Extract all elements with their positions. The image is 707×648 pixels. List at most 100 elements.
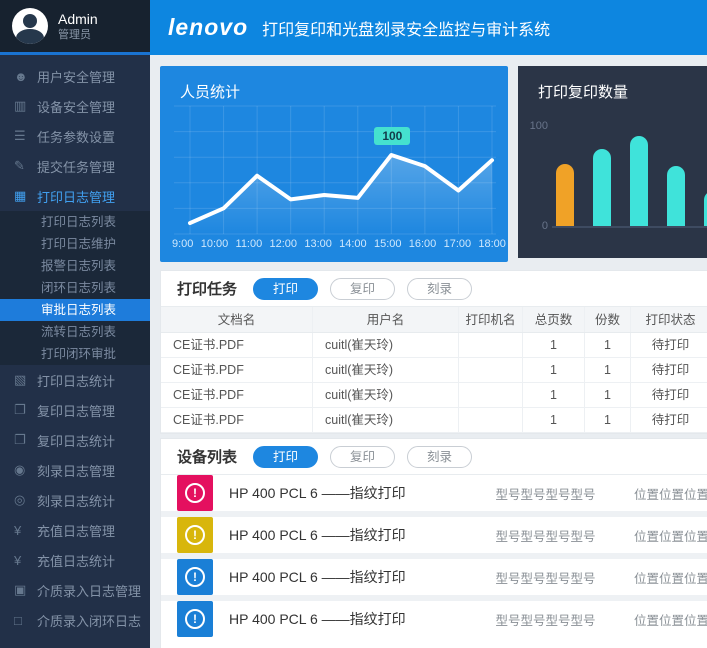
printer-stats-icon: ▧ (14, 372, 37, 388)
devices-header: 设备列表 打印 复印 刻录 (161, 439, 707, 475)
devices-panel: 设备列表 打印 复印 刻录 !HP 400 PCL 6 ——指纹打印型号型号型号… (160, 438, 707, 648)
line-chart-x-axis: 9:0010:0011:0012:0013:0014:0015:0016:001… (172, 238, 506, 250)
tab-print[interactable]: 打印 (253, 278, 318, 300)
recharge-stats-icon: ¥ (14, 553, 37, 568)
submenu-item-打印闭环审批[interactable]: 打印闭环审批 (0, 343, 150, 365)
table-cell: 1 (523, 333, 585, 357)
table-row[interactable]: CE证书.PDFcuitl(崔天玲)11待打印非密（内部） (161, 333, 707, 358)
submenu-item-审批日志列表[interactable]: 审批日志列表 (0, 299, 150, 321)
column-header-用户名: 用户名 (313, 307, 459, 332)
column-header-打印状态: 打印状态 (631, 307, 707, 332)
sidebar-item-label: 刻录日志统计 (37, 491, 115, 510)
copy-icon: ❐ (14, 402, 37, 418)
devices-tab-copy[interactable]: 复印 (330, 446, 395, 468)
x-tick-label: 10:00 (201, 238, 229, 250)
sidebar-item-任务参数设置[interactable]: ☰任务参数设置 (0, 121, 150, 151)
line-chart-title: 人员统计 (180, 81, 240, 102)
sidebar-item-label: 提交任务管理 (37, 157, 115, 176)
sidebar-item-复印日志统计[interactable]: ❐复印日志统计 (0, 425, 150, 455)
chart-tooltip: 100 (374, 127, 410, 145)
column-header-总页数: 总页数 (523, 307, 585, 332)
submenu-item-流转日志列表[interactable]: 流转日志列表 (0, 321, 150, 343)
column-header-打印机名: 打印机名 (459, 307, 523, 332)
sidebar-item-用户安全管理[interactable]: ☻用户安全管理 (0, 61, 150, 91)
device-row[interactable]: !HP 400 PCL 6 ——指纹打印型号型号型号型号位置位置位置位置 (161, 559, 707, 595)
table-cell: 1 (585, 383, 631, 407)
bar-chart-baseline (552, 226, 707, 228)
sidebar-item-介质录入闭环日志[interactable]: □介质录入闭环日志 (0, 605, 150, 635)
table-cell: 1 (585, 408, 631, 432)
lenovo-logo: lenovo (168, 14, 248, 41)
x-tick-label: 16:00 (409, 238, 437, 250)
tab-copy[interactable]: 复印 (330, 278, 395, 300)
submenu-print-logs: 打印日志列表打印日志维护报警日志列表闭环日志列表审批日志列表流转日志列表打印闭环… (0, 211, 150, 365)
table-row[interactable]: CE证书.PDFcuitl(崔天玲)11待打印非密（内部） (161, 383, 707, 408)
bar-chart-title: 打印复印数量 (538, 81, 628, 102)
table-cell: 待打印 (631, 358, 707, 382)
device-name: HP 400 PCL 6 ——指纹打印 (229, 567, 463, 587)
sidebar: Admin 管理员 ☻用户安全管理▥设备安全管理☰任务参数设置✎提交任务管理▦打… (0, 0, 150, 648)
sidebar-item-打印日志统计[interactable]: ▧打印日志统计 (0, 365, 150, 395)
devices-tab-burn[interactable]: 刻录 (407, 446, 472, 468)
sidebar-item-label: 打印日志统计 (37, 371, 115, 390)
device-status-icon: ! (177, 475, 213, 511)
devices-title: 设备列表 (177, 446, 237, 467)
device-row[interactable]: !HP 400 PCL 6 ——指纹打印型号型号型号型号位置位置位置位置 (161, 475, 707, 511)
user-role: 管理员 (58, 28, 98, 42)
x-tick-label: 14:00 (339, 238, 367, 250)
alert-icon: ! (185, 483, 205, 503)
sidebar-item-设备安全管理[interactable]: ▥设备安全管理 (0, 91, 150, 121)
bar-4 (667, 166, 685, 226)
table-cell (459, 358, 523, 382)
sidebar-item-打印日志管理[interactable]: ▦打印日志管理 (0, 181, 150, 211)
alert-icon: ! (185, 525, 205, 545)
submenu-item-闭环日志列表[interactable]: 闭环日志列表 (0, 277, 150, 299)
y-tick-label: 100 (524, 120, 548, 132)
sidebar-item-充值日志统计[interactable]: ¥充值日志统计 (0, 545, 150, 575)
device-status-icon: ! (177, 517, 213, 553)
column-header-文档名: 文档名 (161, 307, 313, 332)
submenu-item-打印日志列表[interactable]: 打印日志列表 (0, 211, 150, 233)
x-tick-label: 11:00 (236, 238, 263, 250)
device-icon: ▥ (14, 98, 37, 114)
device-model: 型号型号型号型号 (463, 484, 628, 503)
device-location: 位置位置位置位置 (628, 610, 707, 629)
table-row[interactable]: CE证书.PDFcuitl(崔天玲)11待打印非密（内部） (161, 408, 707, 433)
print-tasks-panel: 打印任务 打印 复印 刻录 文档名用户名打印机名总页数份数打印状态密级名称CE证… (160, 270, 707, 434)
sidebar-item-label: 介质录入日志管理 (37, 581, 141, 600)
x-tick-label: 15:00 (374, 238, 402, 250)
sidebar-item-充值日志管理[interactable]: ¥充值日志管理 (0, 515, 150, 545)
y-tick-label: 0 (524, 220, 548, 232)
table-cell: CE证书.PDF (161, 333, 313, 357)
submit-task-icon: ✎ (14, 158, 37, 174)
device-row[interactable]: !HP 400 PCL 6 ——指纹打印型号型号型号型号位置位置位置位置 (161, 601, 707, 637)
sidebar-item-提交任务管理[interactable]: ✎提交任务管理 (0, 151, 150, 181)
device-location: 位置位置位置位置 (628, 526, 707, 545)
sidebar-item-刻录日志管理[interactable]: ◉刻录日志管理 (0, 455, 150, 485)
device-model: 型号型号型号型号 (463, 610, 628, 629)
table-cell: CE证书.PDF (161, 383, 313, 407)
device-name: HP 400 PCL 6 ——指纹打印 (229, 525, 463, 545)
table-row[interactable]: CE证书.PDFcuitl(崔天玲)11待打印非密（内部） (161, 358, 707, 383)
devices-tab-print[interactable]: 打印 (253, 446, 318, 468)
sidebar-item-label: 介质录入闭环日志 (37, 611, 141, 630)
table-cell: 待打印 (631, 383, 707, 407)
sidebar-item-刻录日志统计[interactable]: ◎刻录日志统计 (0, 485, 150, 515)
sidebar-item-介质录入日志管理[interactable]: ▣介质录入日志管理 (0, 575, 150, 605)
submenu-item-打印日志维护[interactable]: 打印日志维护 (0, 233, 150, 255)
table-cell: cuitl(崔天玲) (313, 333, 459, 357)
device-name: HP 400 PCL 6 ——指纹打印 (229, 609, 463, 629)
device-row[interactable]: !HP 400 PCL 6 ——指纹打印型号型号型号型号位置位置位置位置 (161, 517, 707, 553)
copy-stats-icon: ❐ (14, 432, 37, 448)
device-name: HP 400 PCL 6 ——指纹打印 (229, 483, 463, 503)
sidebar-item-label: 复印日志统计 (37, 431, 115, 450)
tab-burn[interactable]: 刻录 (407, 278, 472, 300)
table-cell (459, 333, 523, 357)
submenu-item-报警日志列表[interactable]: 报警日志列表 (0, 255, 150, 277)
table-cell (459, 408, 523, 432)
top-header: lenovo 打印复印和光盘刻录安全监控与审计系统 (150, 0, 707, 55)
sidebar-item-label: 用户安全管理 (37, 67, 115, 86)
table-cell: 待打印 (631, 333, 707, 357)
sidebar-item-复印日志管理[interactable]: ❐复印日志管理 (0, 395, 150, 425)
avatar (12, 8, 48, 44)
